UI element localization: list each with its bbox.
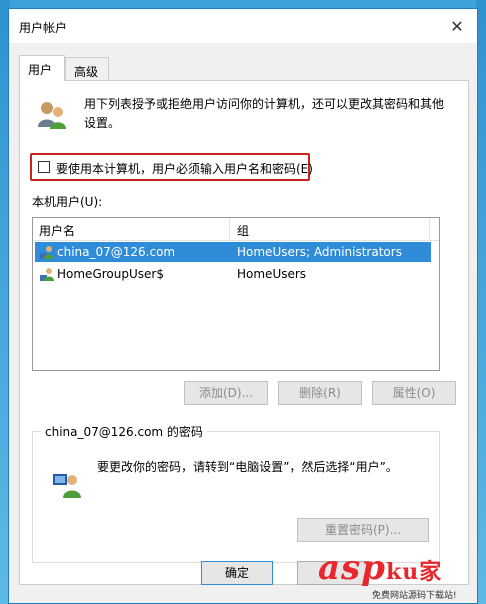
- local-users-list[interactable]: 用户名 组 china_07@126.com HomeUsers; Admini…: [32, 217, 440, 371]
- ok-button[interactable]: 确定: [201, 561, 273, 585]
- list-header: 用户名 组: [33, 218, 439, 241]
- title-bar: 用户帐户 ✕: [9, 9, 477, 43]
- watermark-logo: aspku家: [318, 548, 443, 588]
- users-tab-panel: 用下列表授予或拒绝用户访问你的计算机，还可以更改其密码和其他设置。 要使用本计算…: [19, 80, 469, 585]
- password-instructions: 要更改你的密码，请转到“电脑设置”，然后选择“用户”。: [97, 460, 398, 474]
- user-accounts-icon: [38, 102, 66, 129]
- remove-button[interactable]: 删除(R): [278, 381, 362, 405]
- user-group: HomeUsers; Administrators: [237, 245, 402, 259]
- column-header-username[interactable]: 用户名: [39, 222, 75, 239]
- intro-text: 用下列表授予或拒绝用户访问你的计算机，还可以更改其密码和其他设置。: [84, 97, 445, 130]
- password-group-title: china_07@126.com 的密码: [41, 423, 207, 440]
- user-group: HomeUsers: [237, 267, 307, 281]
- tab-advanced[interactable]: 高级: [65, 57, 109, 81]
- reset-password-button[interactable]: 重置密码(P)...: [297, 518, 429, 542]
- user-icon: [40, 268, 54, 281]
- dialog-body: 用户 高级 用下列表授予或拒绝用户访问你的计算机，还可以更改其密码和其他设置。 …: [9, 43, 477, 603]
- pc-settings-user-icon: [53, 474, 81, 498]
- list-item[interactable]: china_07@126.com HomeUsers; Administrato…: [35, 242, 431, 262]
- column-header-group[interactable]: 组: [237, 222, 249, 239]
- user-icon: [40, 246, 54, 259]
- require-password-label[interactable]: 要使用本计算机，用户必须输入用户名和密码(E): [56, 160, 313, 177]
- close-icon[interactable]: ✕: [437, 9, 477, 43]
- window-title: 用户帐户: [19, 21, 68, 35]
- properties-button[interactable]: 属性(O): [372, 381, 456, 405]
- user-name: china_07@126.com: [57, 245, 176, 259]
- local-users-label: 本机用户(U):: [32, 195, 103, 209]
- tab-users[interactable]: 用户: [19, 55, 65, 81]
- require-password-highlight: 要使用本计算机，用户必须输入用户名和密码(E): [30, 153, 313, 181]
- user-name: HomeGroupUser$: [57, 267, 164, 281]
- require-password-checkbox[interactable]: [38, 161, 50, 173]
- list-item[interactable]: HomeGroupUser$ HomeUsers: [35, 264, 431, 284]
- user-accounts-dialog: 用户帐户 ✕ 用户 高级 用下列表授予或拒绝用户访问你的计算机，还可以更改其密码…: [8, 8, 478, 604]
- watermark-subtitle: 免费网站源码下载站!: [372, 591, 457, 601]
- column-divider: [229, 218, 230, 240]
- column-divider: [429, 218, 430, 240]
- add-button[interactable]: 添加(D)...: [184, 381, 268, 405]
- password-group: china_07@126.com 的密码 要更改你的密码，请转到“电脑设置”，然…: [32, 423, 440, 563]
